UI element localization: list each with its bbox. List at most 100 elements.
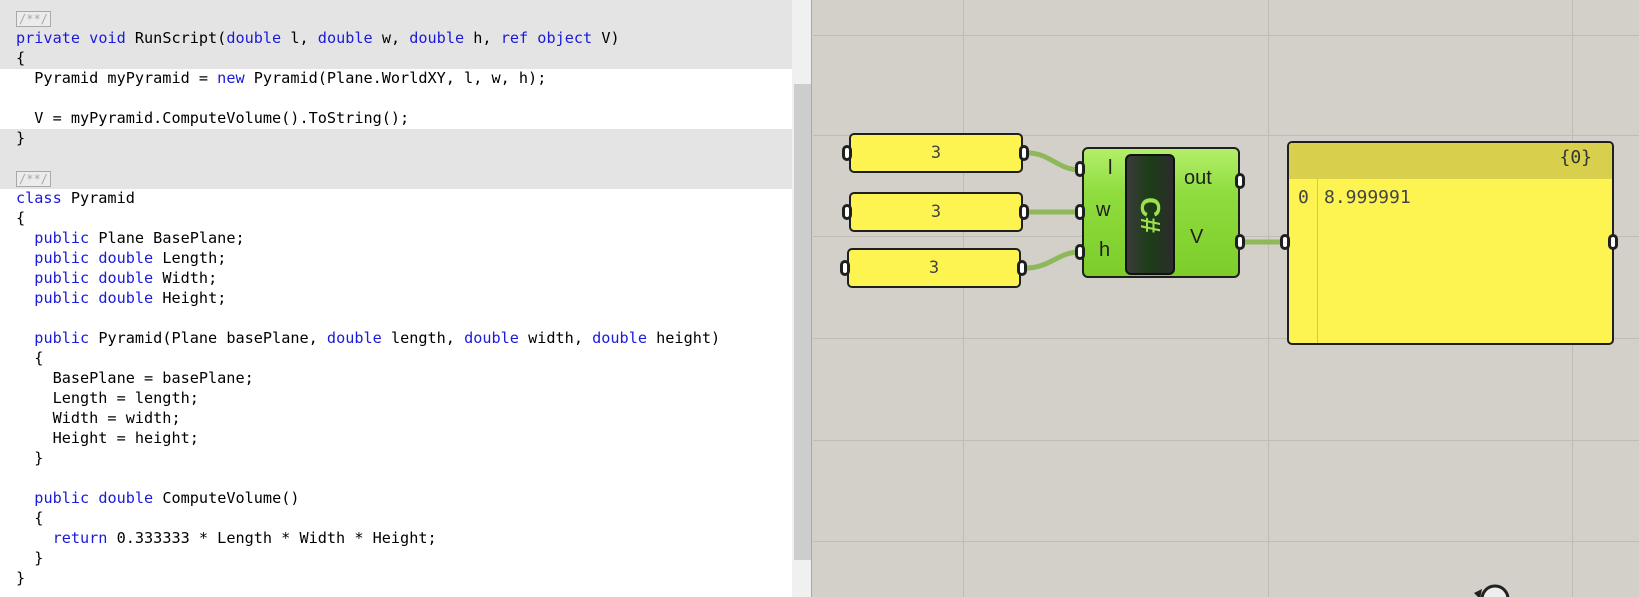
item-value: 8.999991	[1324, 187, 1411, 208]
editor-scrollbar[interactable]	[792, 0, 811, 597]
output-panel[interactable]: {0} 0 8.999991	[1287, 141, 1614, 345]
code-text: l,	[281, 29, 318, 47]
code-line[interactable]: }	[0, 568, 792, 588]
input-port[interactable]	[842, 145, 852, 161]
code-text: Height;	[153, 289, 227, 307]
script-editor[interactable]: /**/private void RunScript(double l, dou…	[0, 0, 812, 597]
component-output-port-v[interactable]	[1235, 234, 1245, 250]
output-port[interactable]	[1017, 260, 1027, 276]
code-line[interactable]: public double Width;	[0, 268, 792, 288]
code-keyword: double	[326, 329, 382, 347]
number-panel-w[interactable]: 3	[849, 192, 1023, 232]
csharp-script-component[interactable]: l w h C# out V	[1082, 147, 1240, 278]
code-line[interactable]: /**/	[0, 8, 792, 28]
component-output-port-out[interactable]	[1235, 173, 1245, 189]
code-line[interactable]: {	[0, 208, 792, 228]
code-line[interactable]: }	[0, 548, 792, 568]
code-line[interactable]: }	[0, 448, 792, 468]
code-line[interactable]	[0, 88, 792, 108]
code-text: {	[16, 49, 26, 67]
code-line[interactable]: {	[0, 508, 792, 528]
code-keyword: class	[16, 189, 62, 207]
code-keyword: double	[98, 269, 154, 287]
code-text: Pyramid(Plane basePlane,	[89, 329, 327, 347]
code-keyword: return	[52, 529, 108, 547]
code-text: h,	[464, 29, 501, 47]
panel-divider	[1317, 179, 1318, 343]
scrollbar-thumb[interactable]	[794, 84, 811, 560]
fold-marker-icon[interactable]: /**/	[16, 170, 51, 187]
component-input-port-w[interactable]	[1075, 204, 1085, 220]
output-port[interactable]	[1019, 204, 1029, 220]
number-panel-l[interactable]: 3	[849, 133, 1023, 173]
component-input-port-l[interactable]	[1075, 161, 1085, 177]
input-port[interactable]	[840, 260, 850, 276]
code-keyword: object	[537, 29, 593, 47]
code-line[interactable]: public Pyramid(Plane basePlane, double l…	[0, 328, 792, 348]
code-line[interactable]: }	[0, 128, 792, 148]
code-line[interactable]: BasePlane = basePlane;	[0, 368, 792, 388]
code-text: Pyramid(Plane.WorldXY, l, w, h);	[244, 69, 547, 87]
code-text: Length;	[153, 249, 227, 267]
panel-output-port[interactable]	[1608, 234, 1618, 250]
code-line[interactable]: public Plane BasePlane;	[0, 228, 792, 248]
code-line[interactable]: return 0.333333 * Length * Width * Heigh…	[0, 528, 792, 548]
code-text: Width = width;	[16, 409, 181, 427]
code-line[interactable]: Height = height;	[0, 428, 792, 448]
code-area[interactable]: /**/private void RunScript(double l, dou…	[0, 8, 792, 588]
code-line[interactable]: {	[0, 348, 792, 368]
code-line[interactable]: {	[0, 48, 792, 68]
fold-marker-icon[interactable]: /**/	[16, 10, 51, 27]
code-keyword: double	[409, 29, 465, 47]
code-text: Length = length;	[16, 389, 199, 407]
code-text: width,	[518, 329, 593, 347]
code-line[interactable]: public double ComputeVolume()	[0, 488, 792, 508]
code-keyword: double	[98, 489, 154, 507]
code-keyword: ref	[500, 29, 529, 47]
output-label-out: out	[1184, 167, 1212, 189]
code-line[interactable]: class Pyramid	[0, 188, 792, 208]
canvas-widget-icon[interactable]	[1470, 581, 1514, 597]
code-text: {	[16, 349, 44, 367]
panel-value: 3	[930, 143, 942, 163]
code-line[interactable]: Width = width;	[0, 408, 792, 428]
code-keyword: double	[98, 249, 154, 267]
output-port[interactable]	[1019, 145, 1029, 161]
panel-header: {0}	[1289, 143, 1612, 179]
code-text: Pyramid myPyramid =	[16, 69, 218, 87]
code-keyword: public	[34, 329, 90, 347]
code-line[interactable]: V = myPyramid.ComputeVolume().ToString()…	[0, 108, 792, 128]
input-port[interactable]	[842, 204, 852, 220]
code-line[interactable]: public double Length;	[0, 248, 792, 268]
code-line[interactable]: public double Height;	[0, 288, 792, 308]
grid-line	[963, 0, 964, 597]
code-keyword: double	[98, 289, 154, 307]
code-keyword: double	[592, 329, 647, 347]
panel-input-port[interactable]	[1280, 234, 1290, 250]
csharp-icon: C#	[1125, 154, 1175, 275]
code-line[interactable]: /**/	[0, 168, 792, 188]
code-keyword: public	[34, 249, 90, 267]
grid-line	[1268, 0, 1269, 597]
code-line[interactable]: private void RunScript(double l, double …	[0, 28, 792, 48]
code-line[interactable]	[0, 308, 792, 328]
input-label-h: h	[1099, 239, 1111, 261]
code-line[interactable]: Length = length;	[0, 388, 792, 408]
input-label-l: l	[1108, 157, 1113, 179]
code-keyword: private	[16, 29, 81, 47]
data-path-label: {0}	[1559, 147, 1592, 168]
code-line[interactable]: Pyramid myPyramid = new Pyramid(Plane.Wo…	[0, 68, 792, 88]
number-panel-h[interactable]: 3	[847, 248, 1021, 288]
code-line[interactable]	[0, 468, 792, 488]
code-line[interactable]	[0, 148, 792, 168]
code-text: }	[16, 549, 44, 567]
component-input-port-h[interactable]	[1075, 244, 1085, 260]
